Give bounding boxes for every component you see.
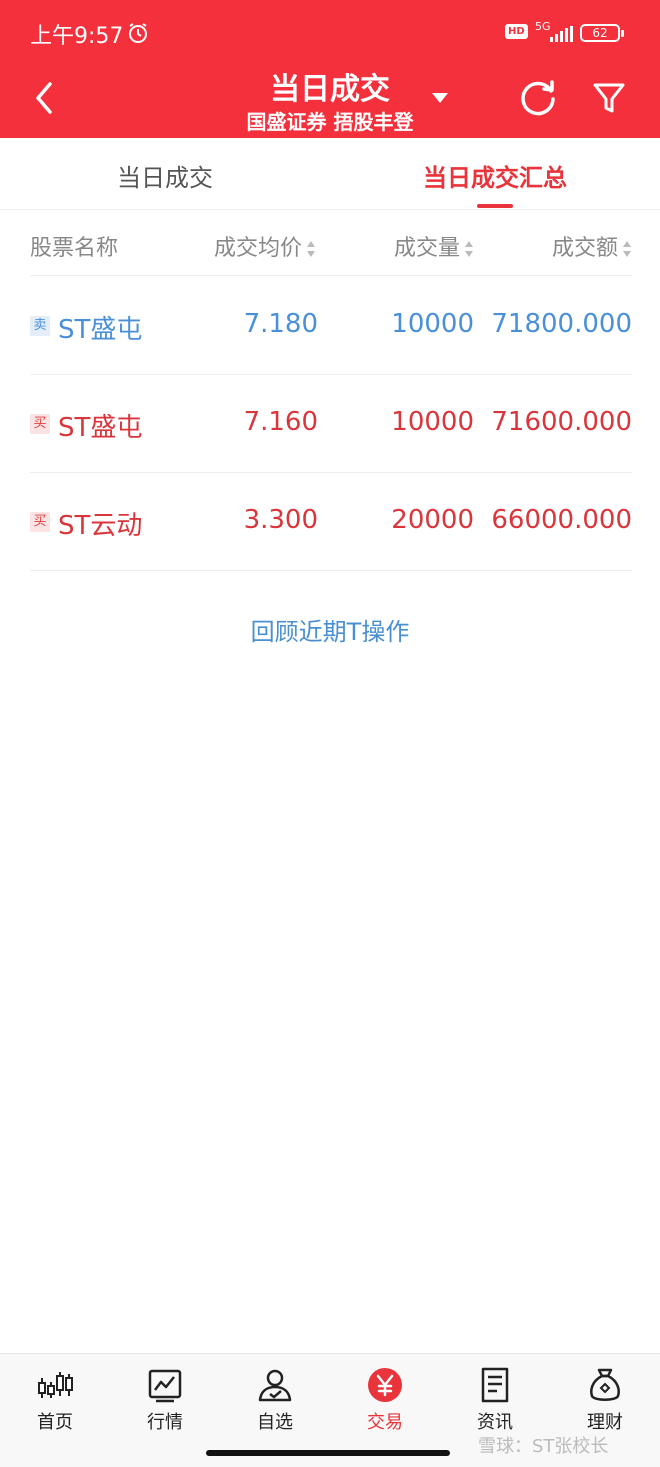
review-recent-t-link[interactable]: 回顾近期T操作 [0,612,660,647]
nav-news[interactable]: 资讯 [440,1366,550,1434]
stock-name: ST云动 [58,511,143,541]
table-row[interactable]: 卖 ST盛屯 7.180 10000 71800.000 [30,277,632,375]
header: 上午9:57 HD 5G 62 当日成交 国盛证券 捂股丰登 [0,0,660,138]
watermark: 雪球：ST张校长 [478,1436,609,1457]
tab-bar: 当日成交 当日成交汇总 [0,138,660,210]
document-icon [481,1367,509,1403]
hd-badge: HD [505,24,528,39]
avg-price: 7.180 [243,309,318,339]
nav-label: 资讯 [477,1412,513,1433]
table-row[interactable]: 买 ST云动 3.300 20000 66000.000 [30,473,632,571]
nav-home[interactable]: 首页 [0,1366,110,1434]
candlestick-icon [38,1372,73,1398]
nav-label: 理财 [587,1412,623,1433]
user-icon [258,1369,292,1402]
home-indicator[interactable] [206,1450,450,1456]
nav-label: 行情 [147,1412,183,1433]
column-header-avg-price[interactable]: 成交均价 [214,230,316,262]
amount: 66000.000 [491,505,632,535]
stock-name: ST盛屯 [58,315,143,345]
volume: 10000 [391,309,474,339]
column-header-volume[interactable]: 成交量 [394,230,474,262]
money-bag-icon [590,1368,620,1401]
alarm-icon [129,23,147,43]
nav-trade[interactable]: 交易 [330,1366,440,1434]
tab-daily-trades[interactable]: 当日成交 [0,158,330,193]
buy-badge: 买 [30,512,50,532]
refresh-icon[interactable] [518,77,558,117]
nav-market[interactable]: 行情 [110,1366,220,1434]
battery-indicator: 62 [580,24,624,42]
yen-icon [368,1368,402,1402]
column-header-amount[interactable]: 成交额 [552,230,632,262]
page-title: 当日成交 [270,72,390,107]
buy-badge: 买 [30,414,50,434]
volume: 10000 [391,407,474,437]
volume: 20000 [391,505,474,535]
column-header-name: 股票名称 [30,236,119,261]
nav-label: 交易 [367,1412,403,1433]
sort-icon[interactable] [306,240,316,258]
signal-icon [550,26,573,42]
sell-badge: 卖 [30,316,50,336]
column-header-volume-label: 成交量 [393,236,460,261]
sort-icon[interactable] [622,240,632,258]
nav-finance[interactable]: 理财 [550,1366,660,1434]
avg-price: 3.300 [243,505,318,535]
stock-name: ST盛屯 [58,413,143,443]
amount: 71600.000 [491,407,632,437]
sort-icon[interactable] [464,240,474,258]
status-bar: 上午9:57 HD 5G 62 [0,0,660,62]
chart-icon [148,1369,182,1403]
dropdown-icon[interactable] [430,91,450,105]
table-header: 股票名称 成交均价 成交量 成交额 [30,210,632,276]
tab-daily-summary[interactable]: 当日成交汇总 [330,158,660,193]
active-tab-indicator [477,204,513,208]
nav-label: 首页 [37,1412,73,1433]
status-time: 上午9:57 [30,24,124,49]
avg-price: 7.160 [243,407,318,437]
filter-icon[interactable] [591,80,627,116]
account-subtitle[interactable]: 国盛证券 捂股丰登 [0,106,660,135]
nav-label: 自选 [257,1412,293,1433]
table-row[interactable]: 买 ST盛屯 7.160 10000 71600.000 [30,375,632,473]
amount: 71800.000 [491,309,632,339]
column-header-amount-label: 成交额 [551,236,618,261]
column-header-avg-price-label: 成交均价 [213,236,302,261]
nav-watchlist[interactable]: 自选 [220,1366,330,1434]
